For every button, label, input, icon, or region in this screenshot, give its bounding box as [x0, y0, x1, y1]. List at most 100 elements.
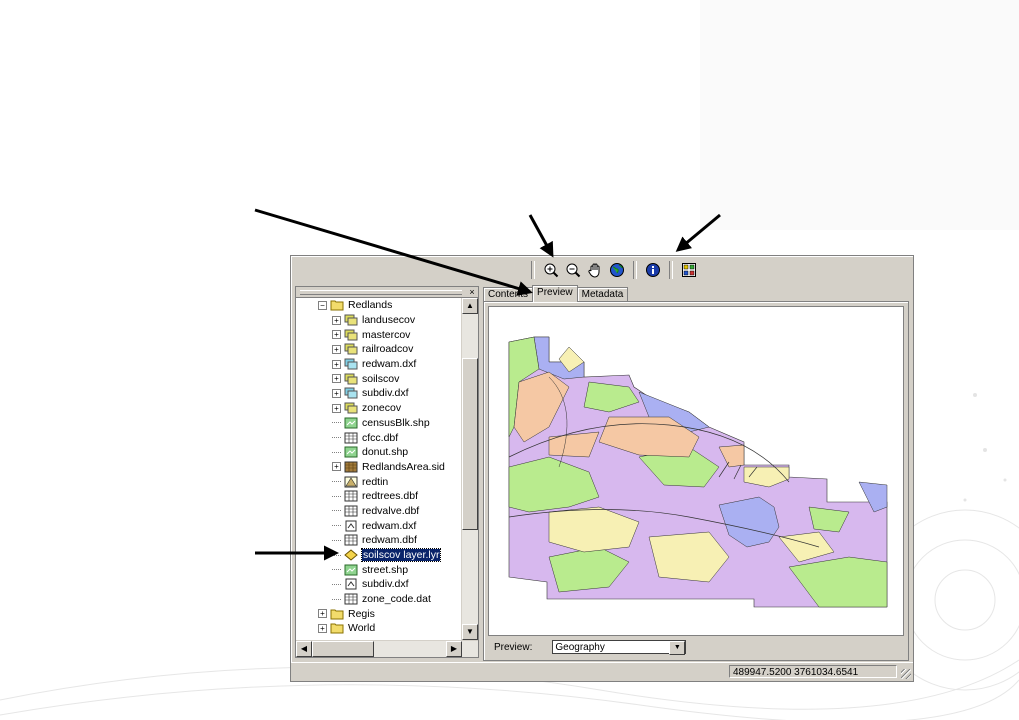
zoom-out-button[interactable] — [563, 260, 583, 280]
coverage-icon — [344, 314, 358, 326]
preview-type-label: Preview: — [494, 641, 533, 653]
shapefile-icon — [344, 446, 358, 458]
tree-item-label: redwam.dbf — [362, 534, 417, 547]
table-icon — [344, 490, 358, 502]
arrow-to-thumbnail-tool — [675, 213, 721, 252]
tree-item[interactable]: + soilscov — [296, 371, 462, 386]
coordinate-readout: 489947.5200 3761034.6541 — [729, 665, 897, 678]
tab-metadata[interactable]: Metadata — [576, 287, 629, 302]
expand-icon[interactable]: + — [332, 359, 341, 369]
full-extent-globe-icon — [610, 263, 624, 277]
toolbar-separator — [669, 261, 673, 279]
tree-item-label: redvalve.dbf — [362, 504, 420, 517]
tree-item[interactable]: + subdiv.dxf — [296, 386, 462, 401]
tree-vertical-scrollbar[interactable]: ▲ ▼ — [461, 298, 478, 640]
tree-connector — [332, 554, 341, 556]
coverage-icon — [344, 373, 358, 385]
chevron-down-icon[interactable]: ▼ — [669, 641, 686, 655]
create-thumbnail-button[interactable] — [679, 260, 699, 280]
create-thumbnail-icon — [682, 263, 696, 277]
shapefile-icon — [344, 417, 358, 429]
tree-connector — [332, 539, 341, 541]
cad-icon — [344, 387, 358, 399]
pan-hand-icon — [588, 263, 600, 278]
view-tabs: Contents Preview Metadata — [483, 285, 629, 302]
preview-type-bar: Preview: Geography ▼ — [494, 639, 687, 655]
expand-icon[interactable]: + — [332, 462, 341, 472]
soils-map — [508, 336, 888, 608]
tree-item[interactable]: + World — [296, 621, 462, 636]
tree-item[interactable]: + redwam.dxf — [296, 357, 462, 372]
arrow-to-zoom-tools — [528, 214, 554, 258]
preview-type-value: Geography — [555, 642, 605, 653]
tree-item[interactable]: + mastercov — [296, 327, 462, 342]
full-extent-button[interactable] — [607, 260, 627, 280]
tree-item[interactable]: donut.shp — [296, 445, 462, 460]
tree-item[interactable]: redwam.dbf — [296, 533, 462, 548]
tree-item[interactable]: + landusecov — [296, 313, 462, 328]
expand-icon[interactable]: + — [318, 609, 327, 619]
tree-item[interactable]: + RedlandsArea.sid — [296, 460, 462, 475]
tree-item[interactable]: redwam.dxf — [296, 518, 462, 533]
map-preview[interactable] — [488, 306, 904, 636]
tin-icon — [344, 476, 358, 488]
raster-icon — [344, 461, 358, 473]
tree-item[interactable]: redtrees.dbf — [296, 489, 462, 504]
tree-horizontal-scrollbar[interactable]: ◀ ▶ — [296, 640, 478, 657]
tree-item[interactable]: soilscov layer.lyr — [296, 548, 462, 563]
scroll-up-button[interactable]: ▲ — [462, 298, 478, 314]
tree-item[interactable]: + Regis — [296, 606, 462, 621]
expand-icon[interactable]: + — [332, 403, 341, 413]
tree-item[interactable]: redtin — [296, 474, 462, 489]
table-icon — [344, 593, 358, 605]
collapse-icon[interactable]: − — [318, 300, 327, 310]
scroll-left-button[interactable]: ◀ — [296, 641, 312, 657]
table-icon — [344, 534, 358, 546]
status-bar: 489947.5200 3761034.6541 — [291, 662, 913, 681]
tree-item-label: cfcc.dbf — [362, 431, 399, 444]
hscroll-thumb[interactable] — [312, 641, 374, 657]
cad-icon — [344, 358, 358, 370]
tree-item-label: mastercov — [362, 328, 411, 341]
tree-item[interactable]: subdiv.dxf — [296, 577, 462, 592]
tree-item[interactable]: + railroadcov — [296, 342, 462, 357]
expand-icon[interactable]: + — [332, 388, 341, 398]
tree-connector — [332, 437, 341, 439]
tree-item[interactable]: street.shp — [296, 562, 462, 577]
tree-item-label: Regis — [348, 607, 375, 620]
scroll-thumb[interactable] — [462, 358, 478, 530]
expand-icon[interactable]: + — [332, 315, 341, 325]
scroll-down-button[interactable]: ▼ — [462, 624, 478, 640]
tree-item[interactable]: + zonecov — [296, 401, 462, 416]
tree-close-button[interactable]: × — [467, 287, 477, 297]
tab-preview[interactable]: Preview — [532, 285, 578, 302]
tree-connector — [332, 583, 341, 585]
pan-button[interactable] — [585, 260, 605, 280]
expand-icon[interactable]: + — [332, 330, 341, 340]
tree-item-label: redtin — [362, 475, 389, 488]
zoom-out-icon — [566, 263, 581, 278]
tab-contents[interactable]: Contents — [483, 287, 534, 302]
scroll-right-button[interactable]: ▶ — [446, 641, 462, 657]
zoom-in-button[interactable] — [541, 260, 561, 280]
tree-item[interactable]: redvalve.dbf — [296, 504, 462, 519]
tree-item-label: RedlandsArea.sid — [362, 460, 445, 473]
preview-type-select[interactable]: Geography ▼ — [552, 640, 687, 655]
preview-panel: Preview: Geography ▼ — [483, 301, 909, 661]
coverage-icon — [344, 343, 358, 355]
expand-icon[interactable]: + — [332, 374, 341, 384]
tree-item[interactable]: cfcc.dbf — [296, 430, 462, 445]
table-icon — [344, 432, 358, 444]
tree-connector — [332, 510, 341, 512]
expand-icon[interactable]: + — [318, 623, 327, 633]
toolbar-grip[interactable] — [531, 261, 535, 279]
identify-button[interactable] — [643, 260, 663, 280]
resize-grip[interactable] — [901, 669, 911, 679]
expand-icon[interactable]: + — [332, 344, 341, 354]
tree-pane-title-bar: × — [296, 287, 478, 298]
tree-item-label: redwam.dxf — [362, 358, 417, 371]
tree-pane-grip[interactable] — [300, 290, 462, 295]
tree-item[interactable]: censusBlk.shp — [296, 416, 462, 431]
tree-item[interactable]: − Redlands — [296, 298, 462, 313]
tree-item[interactable]: zone_code.dat — [296, 592, 462, 607]
